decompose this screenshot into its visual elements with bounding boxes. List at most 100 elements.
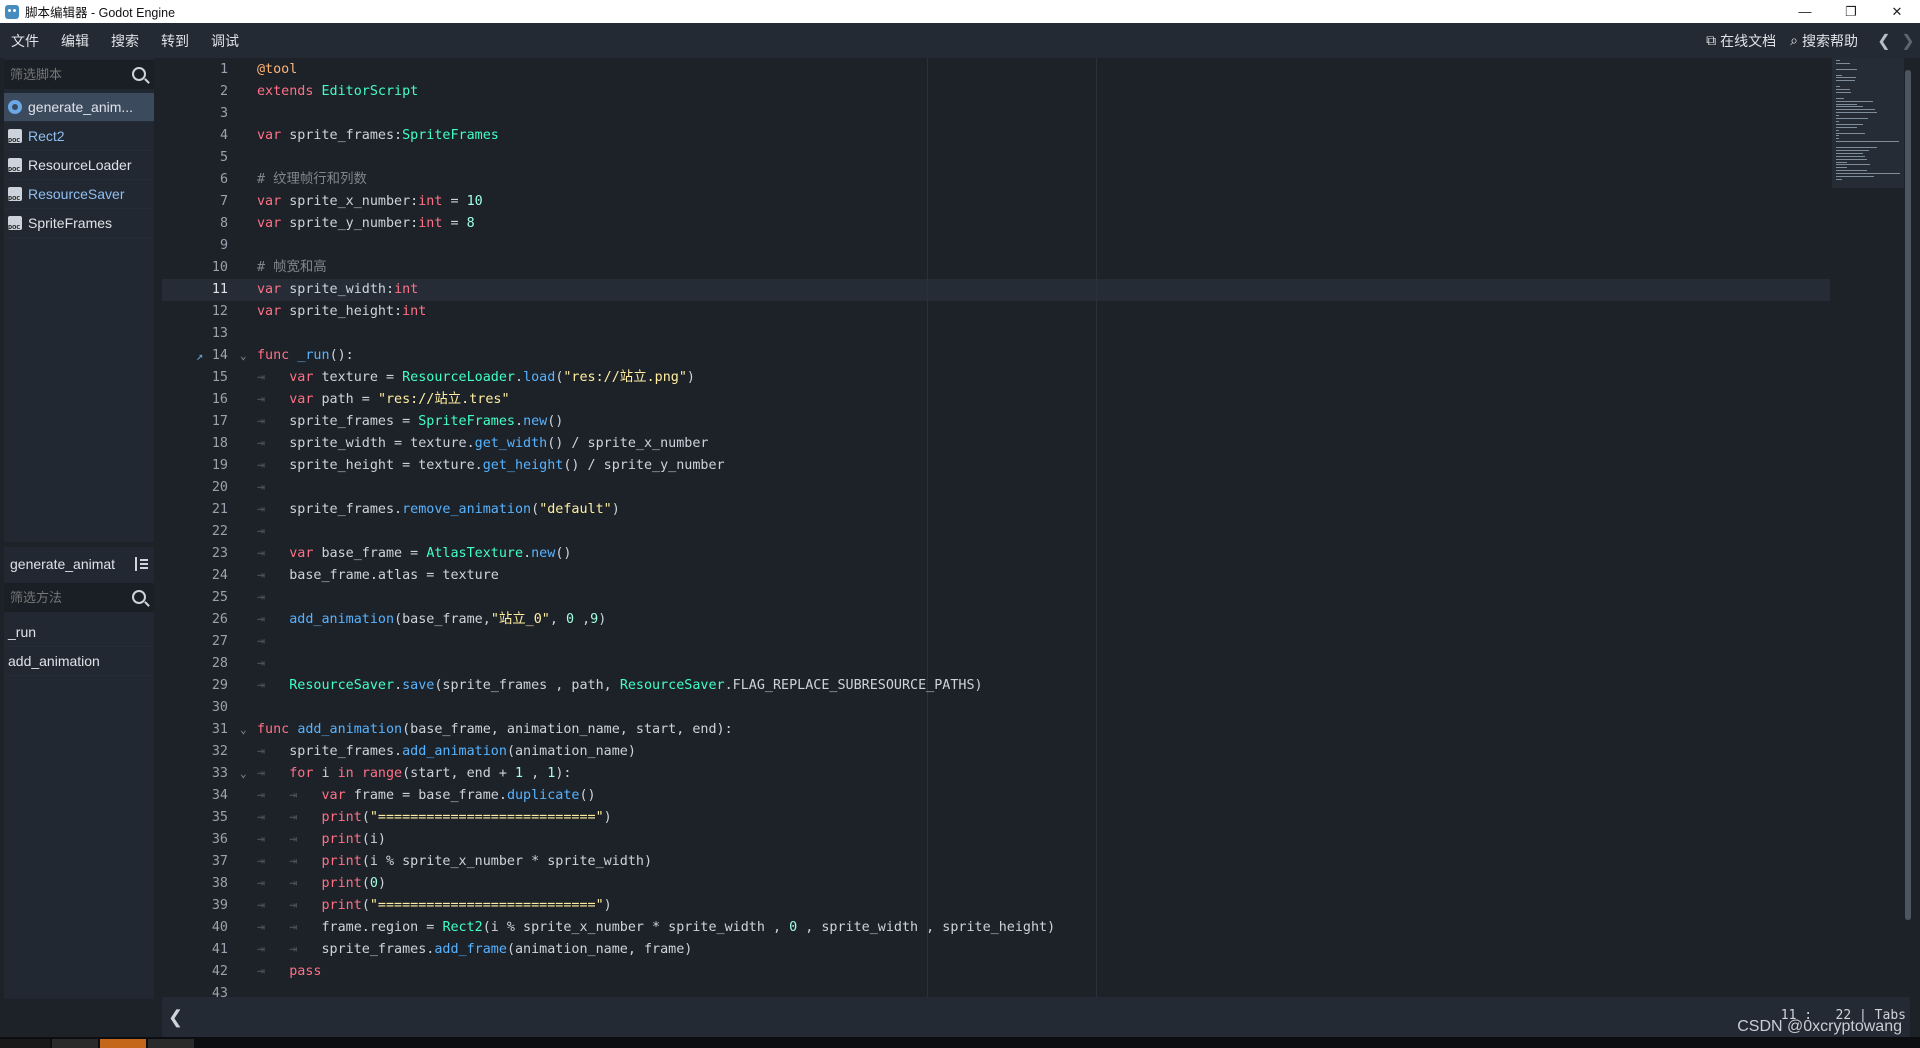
- code-editor[interactable]: 1 @tool 2 extends EditorScript 3 4 var sprite_…: [162, 58, 1910, 997]
- minimap-line: [1836, 132, 1866, 134]
- code-line[interactable]: 29 ⇥ ResourceSaver.save(sprite_frames , p…: [162, 675, 1832, 697]
- line-number: 22: [211, 524, 228, 539]
- code-line[interactable]: 2 extends EditorScript: [162, 81, 1832, 103]
- sort-icon[interactable]: [134, 557, 148, 571]
- code-line[interactable]: 5: [162, 147, 1832, 169]
- script-item-rect2[interactable]: Rect2: [4, 122, 154, 151]
- filter-methods: [4, 583, 154, 612]
- code-line[interactable]: 14 ↗ ⌄ func _run():: [162, 345, 1832, 367]
- code-line[interactable]: 24 ⇥ base_frame.atlas = texture: [162, 565, 1832, 587]
- script-item-spriteframes[interactable]: SpriteFrames: [4, 209, 154, 238]
- code-line[interactable]: 28 ⇥: [162, 653, 1832, 675]
- code-text: ⇥: [257, 634, 266, 649]
- code-line[interactable]: 6 # 纹理帧行和列数: [162, 169, 1832, 191]
- menu-file[interactable]: 文件: [0, 31, 50, 51]
- taskbar-item[interactable]: [0, 1039, 50, 1048]
- fold-arrow-icon[interactable]: ⌄: [240, 719, 247, 741]
- minimap-line: [1836, 152, 1864, 154]
- minimize-button[interactable]: —: [1782, 0, 1828, 23]
- history-forward-button[interactable]: ❯: [1896, 31, 1920, 51]
- code-line[interactable]: 11 var sprite_width:int: [162, 279, 1832, 301]
- code-line[interactable]: 43: [162, 983, 1832, 997]
- script-item-resourceloader[interactable]: ResourceLoader: [4, 151, 154, 180]
- filter-methods-input[interactable]: [4, 589, 127, 606]
- menu-edit[interactable]: 编辑: [50, 31, 100, 51]
- code-text: ⇥ ResourceSaver.save(sprite_frames , pat…: [257, 678, 983, 693]
- line-number: 39: [211, 898, 228, 913]
- minimap-line: [1836, 123, 1864, 125]
- fold-arrow-icon[interactable]: ⌄: [240, 345, 247, 367]
- code-line[interactable]: 25 ⇥: [162, 587, 1832, 609]
- code-line[interactable]: 7 var sprite_x_number:int = 10: [162, 191, 1832, 213]
- code-line[interactable]: 3: [162, 103, 1832, 125]
- code-line[interactable]: 37 ⇥ ⇥ print(i % sprite_x_number * sprite…: [162, 851, 1832, 873]
- menu-goto[interactable]: 转到: [150, 31, 200, 51]
- code-line[interactable]: 34 ⇥ ⇥ var frame = base_frame.duplicate(): [162, 785, 1832, 807]
- filter-scripts-input[interactable]: [4, 66, 127, 83]
- script-item-resourcesaver[interactable]: ResourceSaver: [4, 180, 154, 209]
- code-text: var sprite_y_number:int = 8: [257, 216, 475, 231]
- vertical-scrollbar[interactable]: [1905, 70, 1911, 920]
- close-button[interactable]: ✕: [1874, 0, 1920, 23]
- code-line[interactable]: 20 ⇥: [162, 477, 1832, 499]
- code-line[interactable]: 39 ⇥ ⇥ print("===========================…: [162, 895, 1832, 917]
- fold-arrow-icon[interactable]: ⌄: [240, 763, 247, 785]
- code-line[interactable]: 18 ⇥ sprite_width = texture.get_width() /…: [162, 433, 1832, 455]
- current-script-label: generate_animat: [10, 556, 116, 572]
- code-line[interactable]: 33 ⌄ ⇥ for i in range(start, end + 1 , 1):: [162, 763, 1832, 785]
- code-line[interactable]: 26 ⇥ add_animation(base_frame,"站立_0", 0 ,…: [162, 609, 1832, 631]
- code-line[interactable]: 1 @tool: [162, 59, 1832, 81]
- code-line[interactable]: 22 ⇥: [162, 521, 1832, 543]
- code-line[interactable]: 12 var sprite_height:int: [162, 301, 1832, 323]
- minimap-line: [1836, 74, 1843, 76]
- code-line[interactable]: 17 ⇥ sprite_frames = SpriteFrames.new(): [162, 411, 1832, 433]
- script-item-generate-animation[interactable]: generate_anim...: [4, 93, 154, 122]
- scrollbar-thumb[interactable]: [1905, 70, 1911, 920]
- code-text: ⇥: [257, 590, 266, 605]
- online-docs-button[interactable]: ⧉ 在线文档: [1706, 31, 1776, 51]
- code-line[interactable]: 15 ⇥ var texture = ResourceLoader.load("r…: [162, 367, 1832, 389]
- code-line[interactable]: 4 var sprite_frames:SpriteFrames: [162, 125, 1832, 147]
- doc-icon: [8, 158, 22, 173]
- taskbar-item[interactable]: [100, 1039, 146, 1048]
- toggle-scripts-panel-button[interactable]: ❮: [168, 1007, 183, 1028]
- code-line[interactable]: 41 ⇥ ⇥ sprite_frames.add_frame(animation_…: [162, 939, 1832, 961]
- code-line[interactable]: 42 ⇥ pass: [162, 961, 1832, 983]
- code-line[interactable]: 38 ⇥ ⇥ print(0): [162, 873, 1832, 895]
- code-line[interactable]: 31 ⌄ func add_animation(base_frame, animat…: [162, 719, 1832, 741]
- code-line[interactable]: 19 ⇥ sprite_height = texture.get_height()…: [162, 455, 1832, 477]
- minimap[interactable]: [1832, 58, 1904, 188]
- code-line[interactable]: 16 ⇥ var path = "res://站立.tres": [162, 389, 1832, 411]
- history-back-button[interactable]: ❮: [1872, 31, 1896, 51]
- code-line[interactable]: 23 ⇥ var base_frame = AtlasTexture.new(): [162, 543, 1832, 565]
- restore-button[interactable]: ❐: [1828, 0, 1874, 23]
- taskbar-item[interactable]: [52, 1039, 98, 1048]
- menu-debug[interactable]: 调试: [200, 31, 250, 51]
- code-line[interactable]: 13: [162, 323, 1832, 345]
- override-method-icon[interactable]: ↗: [196, 345, 203, 367]
- code-line[interactable]: 10 # 帧宽和高: [162, 257, 1832, 279]
- code-line[interactable]: 21 ⇥ sprite_frames.remove_animation("defa…: [162, 499, 1832, 521]
- doc-icon: [8, 216, 22, 231]
- menu-search[interactable]: 搜索: [100, 31, 150, 51]
- code-line[interactable]: 36 ⇥ ⇥ print(i): [162, 829, 1832, 851]
- line-number: 2: [219, 84, 228, 99]
- code-line[interactable]: 35 ⇥ ⇥ print("===========================…: [162, 807, 1832, 829]
- search-help-button[interactable]: ⌕ 搜索帮助: [1790, 31, 1858, 51]
- method-item-run[interactable]: _run: [4, 618, 154, 647]
- code-text: ⇥: [257, 524, 266, 539]
- code-line[interactable]: 30: [162, 697, 1832, 719]
- code-line[interactable]: 27 ⇥: [162, 631, 1832, 653]
- method-item-add-animation[interactable]: add_animation: [4, 647, 154, 676]
- code-line[interactable]: 8 var sprite_y_number:int = 8: [162, 213, 1832, 235]
- taskbar-item[interactable]: [148, 1039, 194, 1048]
- code-line[interactable]: 9: [162, 235, 1832, 257]
- code-line[interactable]: 40 ⇥ ⇥ frame.region = Rect2(i % sprite_x_…: [162, 917, 1832, 939]
- minimap-line: [1836, 109, 1876, 111]
- code-line[interactable]: 32 ⇥ sprite_frames.add_animation(animatio…: [162, 741, 1832, 763]
- minimap-line: [1836, 164, 1871, 166]
- line-number: 15: [211, 370, 228, 385]
- minimap-line: [1836, 158, 1867, 160]
- code-text: ⇥ var texture = ResourceLoader.load("res…: [257, 370, 695, 385]
- code-text: ⇥ var base_frame = AtlasTexture.new(): [257, 546, 572, 561]
